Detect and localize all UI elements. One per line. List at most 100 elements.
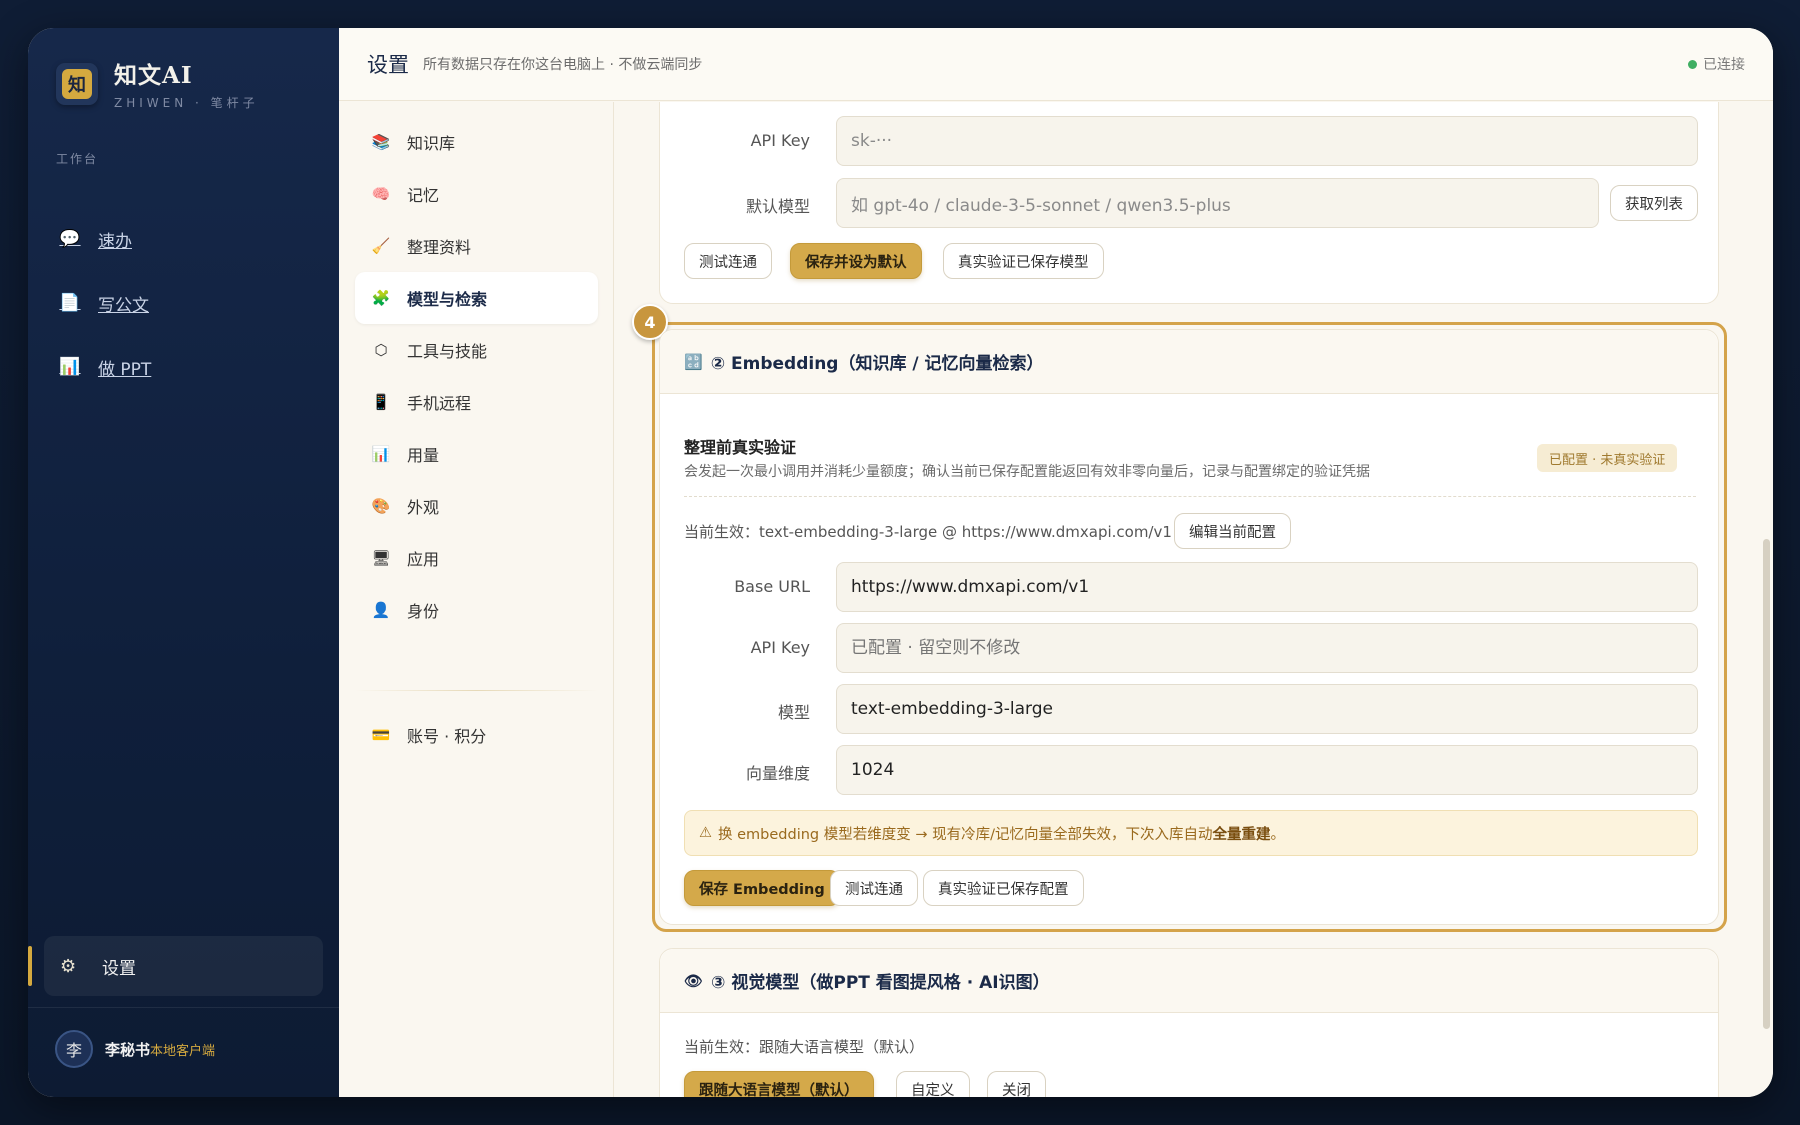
llm-verify-button[interactable]: 真实验证已保存模型 bbox=[943, 243, 1104, 279]
vision-option-custom[interactable]: 自定义 bbox=[896, 1071, 970, 1097]
page-subtitle: 所有数据只存在你这台电脑上 · 不做云端同步 bbox=[423, 57, 703, 73]
sidebar: 知 知文AI ZHIWEN · 笔杆子 工作台 💬 速办 📄 写公文 📊 做 P… bbox=[28, 28, 339, 1097]
embedding-api-key-input[interactable] bbox=[836, 623, 1698, 673]
edit-config-button[interactable]: 编辑当前配置 bbox=[1174, 513, 1291, 549]
sidebar-item-label: 设置 bbox=[102, 958, 136, 979]
credit-card-icon: 💳 bbox=[371, 726, 391, 744]
subnav-item-label: 用量 bbox=[407, 446, 440, 465]
fetch-model-list-button[interactable]: 获取列表 bbox=[1610, 185, 1698, 221]
vision-card-header: 👁 ③ 视觉模型（做PPT 看图提风格 · AI识图） bbox=[660, 949, 1718, 1013]
status-badge: 已配置 · 未真实验证 bbox=[1537, 444, 1678, 472]
phone-icon: 📱 bbox=[371, 393, 391, 411]
save-embedding-button[interactable]: 保存 Embedding bbox=[684, 870, 840, 906]
subnav-item-label: 整理资料 bbox=[407, 238, 472, 257]
base-url-input[interactable] bbox=[836, 562, 1698, 612]
palette-icon: 🎨 bbox=[371, 497, 391, 515]
sidebar-divider bbox=[28, 1007, 339, 1008]
hexagon-icon: ⬡ bbox=[374, 341, 388, 359]
vision-current-line: 当前生效：跟随大语言模型（默认） bbox=[684, 1036, 924, 1057]
subnav-item-mobile[interactable]: 📱 手机远程 bbox=[355, 376, 598, 428]
save-default-button[interactable]: 保存并设为默认 bbox=[790, 243, 922, 279]
dimension-input[interactable] bbox=[836, 745, 1698, 795]
dimension-warning: ⚠ 换 embedding 模型若维度变 → 现有冷库/记忆向量全部失效，下次入… bbox=[684, 810, 1698, 856]
app-window: 知 知文AI ZHIWEN · 笔杆子 工作台 💬 速办 📄 写公文 📊 做 P… bbox=[28, 28, 1773, 1097]
subnav-item-usage[interactable]: 📊 用量 bbox=[355, 428, 598, 480]
settings-subnav: 📚 知识库 🧠 记忆 🧹 整理资料 🧩 模型与检索 ⬡ 工具与技能 📱 手机远程… bbox=[339, 102, 614, 1097]
avatar: 李 bbox=[55, 1030, 93, 1068]
brand: 知 知文AI ZHIWEN · 笔杆子 bbox=[56, 56, 259, 111]
embedding-verify-button[interactable]: 真实验证已保存配置 bbox=[923, 870, 1084, 906]
default-model-label: 默认模型 bbox=[745, 197, 810, 216]
subnav-item-label: 身份 bbox=[407, 602, 440, 621]
subnav-item-memory[interactable]: 🧠 记忆 bbox=[355, 168, 598, 220]
subnav-item-label: 模型与检索 bbox=[407, 290, 488, 309]
user-profile[interactable]: 李 李秘书本地客户端 bbox=[55, 1030, 215, 1068]
main-area: 设置 所有数据只存在你这台电脑上 · 不做云端同步 已连接 📚 知识库 🧠 记忆… bbox=[339, 28, 1773, 1097]
connection-status: 已连接 bbox=[1688, 54, 1745, 74]
monitor-icon: 🖥 bbox=[371, 549, 391, 567]
subnav-item-label: 记忆 bbox=[407, 186, 440, 205]
user-name: 李秘书 bbox=[105, 1040, 151, 1059]
llm-api-key-input[interactable]: sk-··· bbox=[836, 116, 1698, 166]
embedding-test-button[interactable]: 测试连通 bbox=[830, 870, 918, 906]
verify-description: 会发起一次最小调用并消耗少量额度；确认当前已保存配置能返回有效非零向量后，记录与… bbox=[684, 464, 1370, 480]
sidebar-item-label: 写公文 bbox=[98, 295, 149, 316]
page-title: 设置 bbox=[367, 53, 409, 77]
subnav-item-knowledge[interactable]: 📚 知识库 bbox=[355, 116, 598, 168]
scrollbar[interactable] bbox=[1763, 539, 1770, 1029]
sidebar-item-quick[interactable]: 💬 速办 bbox=[56, 219, 132, 259]
embedding-card-title: ② Embedding（知识库 / 记忆向量检索） bbox=[710, 354, 1044, 374]
bar-chart-icon: 📊 bbox=[371, 445, 391, 463]
subnav-item-label: 账号 · 积分 bbox=[407, 727, 487, 746]
sidebar-item-settings[interactable]: ⚙ 设置 bbox=[28, 936, 323, 996]
current-config-label: 当前生效： bbox=[684, 523, 760, 541]
warning-end: 。 bbox=[1270, 826, 1285, 843]
subnav-item-label: 应用 bbox=[407, 550, 440, 569]
vision-option-follow-llm[interactable]: 跟随大语言模型（默认） bbox=[684, 1071, 874, 1097]
subnav-item-tools[interactable]: ⬡ 工具与技能 bbox=[355, 324, 598, 376]
puzzle-icon: 🧩 bbox=[371, 289, 391, 307]
sidebar-section-label: 工作台 bbox=[56, 152, 99, 166]
topbar: 设置 所有数据只存在你这台电脑上 · 不做云端同步 已连接 bbox=[339, 28, 1773, 101]
user-tag: 本地客户端 bbox=[150, 1043, 216, 1059]
app-logo-icon: 知 bbox=[56, 62, 98, 105]
sidebar-item-write-doc[interactable]: 📄 写公文 bbox=[56, 283, 149, 323]
broom-icon: 🧹 bbox=[371, 237, 391, 255]
subnav-item-models[interactable]: 🧩 模型与检索 bbox=[355, 272, 598, 324]
sidebar-item-label: 速办 bbox=[98, 231, 132, 252]
subnav-item-label: 手机远程 bbox=[407, 394, 472, 413]
document-icon: 📄 bbox=[59, 293, 81, 313]
section-divider bbox=[684, 496, 1696, 497]
subnav-item-organize[interactable]: 🧹 整理资料 bbox=[355, 220, 598, 272]
base-url-label: Base URL bbox=[734, 577, 810, 596]
subnav-item-account[interactable]: 💳 账号 · 积分 bbox=[355, 709, 598, 761]
embedding-model-input[interactable] bbox=[836, 684, 1698, 734]
embedding-card: 🔡 ② Embedding（知识库 / 记忆向量检索） 整理前真实验证 会发起一… bbox=[659, 329, 1719, 925]
subnav-item-apps[interactable]: 🖥 应用 bbox=[355, 532, 598, 584]
brain-icon: 🧠 bbox=[371, 185, 391, 203]
subnav-item-label: 工具与技能 bbox=[407, 342, 488, 361]
vision-current-label: 当前生效： bbox=[684, 1038, 760, 1056]
warning-icon: ⚠ bbox=[699, 825, 712, 841]
sidebar-item-label: 做 PPT bbox=[98, 359, 152, 380]
model-label: 模型 bbox=[777, 703, 810, 722]
default-model-input[interactable]: 如 gpt-4o / claude-3-5-sonnet / qwen3.5-p… bbox=[836, 178, 1599, 228]
settings-content: API Key sk-··· 默认模型 如 gpt-4o / claude-3-… bbox=[615, 102, 1773, 1097]
dimension-label: 向量维度 bbox=[745, 764, 810, 783]
subnav-item-appearance[interactable]: 🎨 外观 bbox=[355, 480, 598, 532]
subnav-item-identity[interactable]: 👤 身份 bbox=[355, 584, 598, 636]
speech-bubble-icon: 💬 bbox=[59, 229, 81, 249]
status-text: 已连接 bbox=[1703, 57, 1745, 73]
bar-chart-icon: 📊 bbox=[59, 357, 81, 377]
warning-bold: 全量重建 bbox=[1212, 826, 1271, 843]
current-config-value: text-embedding-3-large @ https://www.dmx… bbox=[759, 523, 1172, 541]
gear-icon: ⚙ bbox=[60, 955, 77, 977]
llm-test-button[interactable]: 测试连通 bbox=[684, 243, 772, 279]
vision-option-off[interactable]: 关闭 bbox=[987, 1071, 1046, 1097]
books-icon: 📚 bbox=[371, 133, 391, 151]
sidebar-item-make-ppt[interactable]: 📊 做 PPT bbox=[56, 347, 151, 387]
embedding-card-header: 🔡 ② Embedding（知识库 / 记忆向量检索） bbox=[660, 330, 1718, 394]
api-key-label: API Key bbox=[750, 638, 810, 657]
status-dot-icon bbox=[1688, 59, 1697, 69]
vision-current-value: 跟随大语言模型（默认） bbox=[759, 1038, 925, 1056]
